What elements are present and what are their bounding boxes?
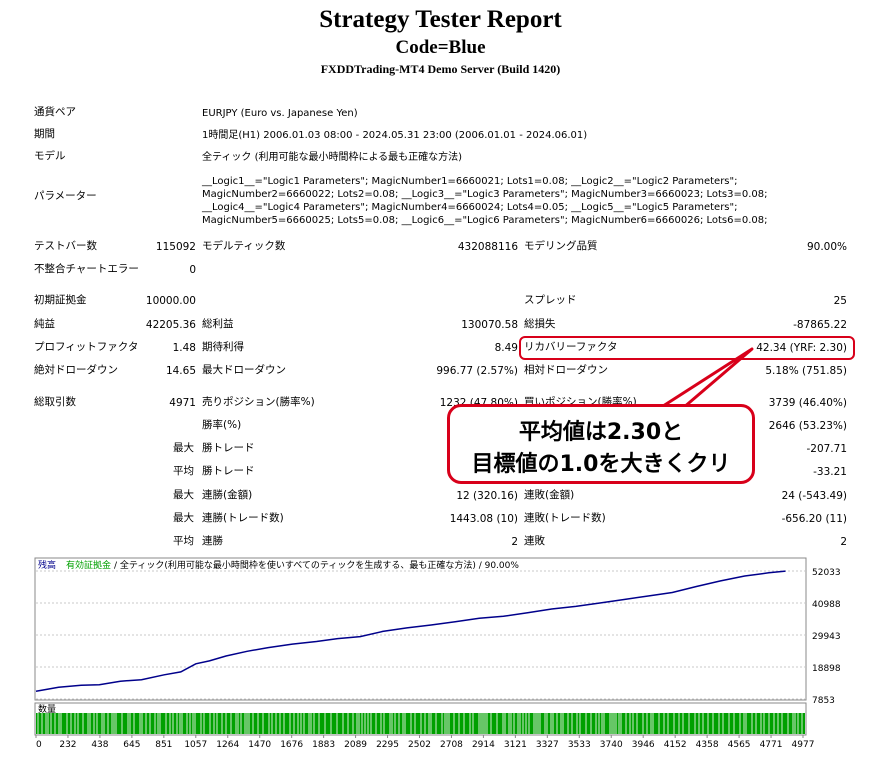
x-tick-label: 4977 <box>792 740 815 750</box>
x-tick-label: 1264 <box>216 740 239 750</box>
callout-line-1: 平均値は2.30と <box>518 420 684 445</box>
legend-balance: 残高 <box>38 559 56 571</box>
x-tick-label: 4358 <box>696 740 719 750</box>
x-tick-label: 2089 <box>344 740 367 750</box>
x-tick-label: 4152 <box>664 740 687 750</box>
y-tick-label: 18898 <box>812 664 841 674</box>
x-tick-label: 2502 <box>408 740 431 750</box>
y-tick-label: 52033 <box>812 568 841 578</box>
x-tick-label: 232 <box>59 740 76 750</box>
x-tick-label: 4565 <box>728 740 751 750</box>
volume-fill <box>36 713 805 734</box>
x-tick-label: 2914 <box>472 740 495 750</box>
y-tick-label: 7853 <box>812 696 835 706</box>
x-tick-label: 2295 <box>376 740 399 750</box>
x-tick-label: 1676 <box>280 740 303 750</box>
x-tick-label: 1470 <box>248 740 271 750</box>
y-tick-label: 40988 <box>812 600 841 610</box>
x-tick-label: 2708 <box>440 740 463 750</box>
x-tick-label: 3946 <box>632 740 655 750</box>
x-tick-label: 3740 <box>600 740 623 750</box>
x-tick-label: 851 <box>155 740 172 750</box>
x-tick-label: 0 <box>36 740 42 750</box>
x-tick-label: 3327 <box>536 740 559 750</box>
callout-line-2: 目標値の1.0を大きくクリ <box>471 452 731 477</box>
equity-chart: 残高 有効証拠金 / 全ティック(利用可能な最小時間枠を使いすべてのティックを生… <box>34 557 841 750</box>
x-tick-label: 3121 <box>504 740 527 750</box>
x-tick-label: 3533 <box>568 740 591 750</box>
x-tick-label: 438 <box>91 740 108 750</box>
x-tick-label: 1057 <box>184 740 207 750</box>
legend-equity: 有効証拠金 <box>66 559 111 571</box>
chart-plot-area <box>34 557 807 701</box>
x-tick-label: 1883 <box>312 740 335 750</box>
legend-rest: / 全ティック(利用可能な最小時間枠を使いすべてのティックを生成する、最も正確な… <box>114 559 519 571</box>
x-tick-label: 645 <box>123 740 140 750</box>
y-tick-label: 29943 <box>812 632 841 642</box>
x-tick-label: 4771 <box>760 740 783 750</box>
volume-label: 数量 <box>38 703 56 715</box>
